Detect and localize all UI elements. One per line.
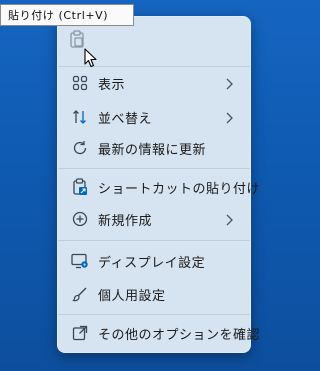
- mouse-pointer-icon: [84, 48, 97, 72]
- paste-shortcut-icon: [62, 178, 98, 196]
- menu-item-new[interactable]: 新規作成: [62, 204, 246, 234]
- menu-item-display-settings[interactable]: ディスプレイ設定: [62, 246, 246, 276]
- paste-tooltip: 貼り付け (Ctrl+V): [0, 4, 134, 26]
- chevron-right-icon: [222, 212, 236, 226]
- sort-arrows-icon: [62, 109, 98, 125]
- chevron-right-icon: [222, 76, 236, 90]
- more-options-icon: [62, 325, 98, 341]
- menu-item-label: その他のオプションを確認: [98, 327, 261, 343]
- menu-item-sort[interactable]: 並べ替え: [62, 102, 246, 132]
- menu-divider: [58, 314, 250, 315]
- new-plus-icon: [62, 211, 98, 227]
- view-grid-icon: [62, 75, 98, 91]
- menu-item-more-options[interactable]: その他のオプションを確認: [62, 318, 260, 348]
- chevron-right-icon: [222, 110, 236, 124]
- menu-item-label: 最新の情報に更新: [98, 142, 207, 158]
- menu-item-label: 個人用設定: [98, 288, 166, 304]
- menu-item-label: ショートカットの貼り付け: [98, 181, 261, 197]
- menu-item-refresh[interactable]: 最新の情報に更新: [62, 133, 246, 163]
- menu-item-label: 新規作成: [98, 213, 153, 229]
- menu-item-label: ディスプレイ設定: [98, 255, 206, 271]
- menu-item-view[interactable]: 表示: [62, 68, 246, 98]
- menu-item-label: 並べ替え: [98, 111, 153, 127]
- paste-icon: [69, 30, 85, 52]
- menu-item-label: 表示: [98, 77, 126, 93]
- menu-divider: [58, 240, 250, 241]
- menu-divider: [58, 168, 250, 169]
- menu-item-personalize[interactable]: 個人用設定: [62, 279, 246, 309]
- menu-item-paste-shortcut[interactable]: ショートカットの貼り付け: [62, 172, 260, 202]
- refresh-icon: [62, 140, 98, 156]
- personalize-brush-icon: [62, 286, 98, 302]
- display-settings-icon: [62, 253, 98, 269]
